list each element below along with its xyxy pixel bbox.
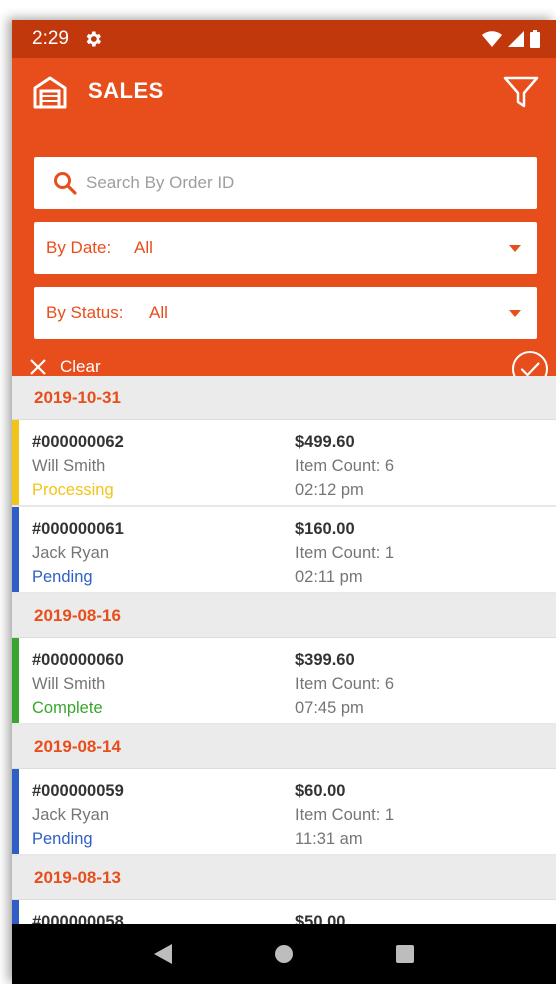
date-group-header: 2019-08-16 xyxy=(12,594,556,638)
date-group-header: 2019-10-31 xyxy=(12,376,556,420)
order-summary: $60.00 Item Count: 1 11:31 am xyxy=(295,779,394,851)
nav-back-button[interactable] xyxy=(143,934,183,974)
system-nav-bar xyxy=(12,924,556,984)
order-time: 02:12 pm xyxy=(295,481,364,499)
order-info: #000000062 Will Smith Processing xyxy=(32,430,124,502)
order-amount: $499.60 xyxy=(295,433,355,451)
customer-name: Jack Ryan xyxy=(32,806,110,824)
order-id: #000000062 xyxy=(32,433,124,451)
order-row[interactable]: #000000060 Will Smith Complete $399.60 Item … xyxy=(12,638,556,725)
status-color-bar xyxy=(12,638,19,723)
date-dropdown-caret-icon xyxy=(509,245,521,252)
order-summary: $160.00 Item Count: 1 02:11 pm xyxy=(295,517,394,589)
search-box xyxy=(34,157,537,209)
search-input[interactable] xyxy=(86,167,516,199)
store-logo-icon xyxy=(33,76,67,109)
order-summary: $499.60 Item Count: 6 02:12 pm xyxy=(295,430,394,502)
order-status: Complete xyxy=(32,699,103,717)
date-filter-select[interactable]: By Date: All xyxy=(34,222,537,274)
nav-recents-button[interactable] xyxy=(385,934,425,974)
wifi-icon xyxy=(482,31,502,47)
app-screen: 2:29 SALES Search By Order ID By Date: A… xyxy=(12,20,556,984)
order-time: 02:11 pm xyxy=(295,568,363,586)
page-title: SALES xyxy=(88,78,164,103)
date-group-header: 2019-08-14 xyxy=(12,725,556,769)
clear-label: Clear xyxy=(60,357,101,376)
settings-gear-icon xyxy=(86,31,101,47)
app-bar: SALES xyxy=(12,58,556,130)
order-id: #000000061 xyxy=(32,520,124,538)
status-filter-label: By Status: xyxy=(46,303,124,322)
signal-icon xyxy=(508,31,524,47)
customer-name: Will Smith xyxy=(32,457,106,475)
order-id: #000000060 xyxy=(32,651,124,669)
nav-home-button[interactable] xyxy=(264,934,304,974)
order-info: #000000059 Jack Ryan Pending xyxy=(32,779,124,851)
order-amount: $160.00 xyxy=(295,520,355,538)
order-time: 07:45 pm xyxy=(295,699,364,717)
battery-icon xyxy=(530,30,540,48)
order-list[interactable]: 2019-10-31 #000000062 Will Smith Processing… xyxy=(12,376,556,926)
order-info: #000000060 Will Smith Complete xyxy=(32,648,124,720)
order-row[interactable]: #000000059 Jack Ryan Pending $60.00 Item Cou… xyxy=(12,769,556,856)
status-time: 2:29 xyxy=(32,28,69,49)
order-row[interactable]: #000000058Pending$50.00 xyxy=(12,900,556,926)
status-dropdown-caret-icon xyxy=(509,310,521,317)
order-amount: $399.60 xyxy=(295,651,355,669)
status-color-bar xyxy=(12,420,19,505)
filter-icon[interactable] xyxy=(500,72,542,112)
recents-square-icon xyxy=(396,945,415,963)
order-status: Pending xyxy=(32,568,93,586)
status-color-bar xyxy=(12,900,19,926)
search-icon xyxy=(54,172,77,195)
status-filter-value: All xyxy=(149,303,168,322)
item-count: Item Count: 6 xyxy=(295,675,395,693)
date-filter-value: All xyxy=(134,238,153,257)
item-count: Item Count: 1 xyxy=(295,806,395,824)
item-count: Item Count: 1 xyxy=(295,544,395,562)
back-triangle-icon xyxy=(153,944,172,964)
order-row[interactable]: #000000062 Will Smith Processing $499.60 Ite… xyxy=(12,420,556,507)
home-circle-icon xyxy=(274,945,293,963)
customer-name: Will Smith xyxy=(32,675,106,693)
status-bar: 2:29 xyxy=(12,20,556,58)
status-color-bar xyxy=(12,769,19,854)
date-filter-label: By Date: xyxy=(46,238,112,257)
status-filter-select[interactable]: By Status: All xyxy=(34,287,537,339)
order-id: #000000059 xyxy=(32,782,124,800)
order-row[interactable]: #000000061 Jack Ryan Pending $160.00 Item Co… xyxy=(12,507,556,594)
customer-name: Jack Ryan xyxy=(32,544,110,562)
order-status: Processing xyxy=(32,481,114,499)
order-status: Pending xyxy=(32,830,93,848)
clear-button[interactable]: Clear xyxy=(28,357,101,377)
order-time: 11:31 am xyxy=(295,830,363,848)
sales-header: SALES By Date: All By Status: All xyxy=(12,58,556,396)
date-group-header: 2019-08-13 xyxy=(12,856,556,900)
order-info: #000000061 Jack Ryan Pending xyxy=(32,517,124,589)
item-count: Item Count: 6 xyxy=(295,457,395,475)
order-amount: $60.00 xyxy=(295,782,346,800)
order-summary: $399.60 Item Count: 6 07:45 pm xyxy=(295,648,394,720)
status-icons xyxy=(482,30,540,48)
close-icon xyxy=(30,359,46,375)
status-color-bar xyxy=(12,507,19,592)
